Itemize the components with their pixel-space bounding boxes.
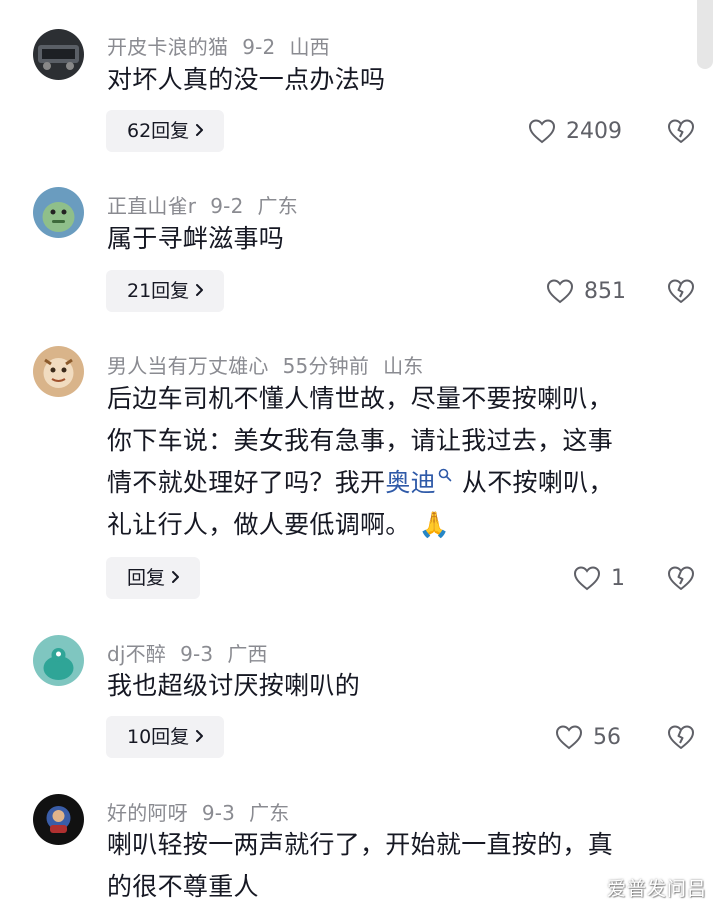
heart-icon bbox=[528, 119, 556, 144]
avatar[interactable] bbox=[33, 29, 84, 80]
reply-count: 10回复 bbox=[127, 726, 190, 748]
view-replies-button[interactable]: 21回复 bbox=[106, 270, 225, 312]
comment-text-line: 情不就处理好了吗？我开奥迪 从不按喇叭， bbox=[107, 462, 707, 504]
chevron-right-icon bbox=[196, 124, 204, 136]
comment-text-line: 喇叭轻按一两声就行了，开始就一直按的，真 bbox=[107, 830, 614, 859]
comment-meta: 正直山雀r 9-2 广东 bbox=[107, 190, 312, 219]
avatar[interactable] bbox=[33, 346, 84, 397]
chevron-right-icon bbox=[196, 284, 204, 296]
scrollbar[interactable] bbox=[697, 0, 713, 69]
comment-text: 属于寻衅滋事吗 bbox=[107, 224, 285, 253]
like-button[interactable]: 851 bbox=[546, 276, 626, 306]
comment-text-line: 后边车司机不懂人情世故，尽量不要按喇叭， bbox=[107, 384, 614, 413]
comment-text-segment: 礼让行人，做人要低调啊。 bbox=[107, 510, 411, 539]
search-link[interactable]: 奥迪 bbox=[385, 468, 436, 497]
comment-text-line: 你下车说：美女我有急事，请让我过去，这事 bbox=[107, 426, 614, 455]
comment-text: 对坏人真的没一点办法吗 bbox=[107, 65, 386, 94]
heart-icon bbox=[546, 279, 574, 304]
comment-text-segment: 从不按喇叭， bbox=[461, 468, 614, 497]
username[interactable]: 男人当有万丈雄心 bbox=[107, 354, 269, 378]
comment-location: 广东 bbox=[249, 801, 290, 825]
view-replies-button[interactable]: 62回复 bbox=[106, 110, 225, 152]
username[interactable]: dj不醉 bbox=[107, 642, 166, 666]
comment-meta: 好的阿呀 9-3 广东 bbox=[107, 797, 304, 826]
broken-heart-icon[interactable] bbox=[667, 118, 695, 144]
comment-location: 广西 bbox=[227, 642, 268, 666]
comment-text: 我也超级讨厌按喇叭的 bbox=[107, 671, 361, 700]
comment-date: 9-2 bbox=[242, 35, 276, 59]
watermark: 爱普发问吕 bbox=[606, 878, 707, 900]
view-replies-button[interactable]: 10回复 bbox=[106, 716, 225, 758]
heart-icon bbox=[573, 566, 601, 591]
heart-icon bbox=[555, 725, 583, 750]
reply-count: 21回复 bbox=[127, 280, 190, 302]
avatar[interactable] bbox=[33, 794, 84, 845]
comment-meta: 男人当有万丈雄心 55分钟前 山东 bbox=[107, 350, 437, 379]
like-button[interactable]: 1 bbox=[573, 563, 625, 593]
like-count: 2409 bbox=[566, 118, 622, 144]
comment-text-segment: 情不就处理好了吗？我开 bbox=[107, 468, 386, 497]
comment-meta: 开皮卡浪的猫 9-2 山西 bbox=[107, 31, 344, 60]
chevron-right-icon bbox=[196, 730, 204, 742]
username[interactable]: 正直山雀r bbox=[107, 194, 196, 218]
avatar[interactable] bbox=[33, 635, 84, 686]
comment-location: 广东 bbox=[257, 194, 298, 218]
comment-date: 55分钟前 bbox=[282, 354, 370, 378]
like-button[interactable]: 56 bbox=[555, 722, 621, 752]
username[interactable]: 好的阿呀 bbox=[107, 801, 188, 825]
like-count: 56 bbox=[593, 724, 621, 750]
comment-location: 山东 bbox=[383, 354, 424, 378]
avatar[interactable] bbox=[33, 187, 84, 238]
comment-date: 9-2 bbox=[210, 194, 244, 218]
reply-count: 62回复 bbox=[127, 120, 190, 142]
like-button[interactable]: 2409 bbox=[528, 116, 622, 146]
broken-heart-icon[interactable] bbox=[667, 724, 695, 750]
pray-emoji: 🙏 bbox=[418, 510, 451, 539]
comment-date: 9-3 bbox=[201, 801, 236, 825]
comment-date: 9-3 bbox=[180, 642, 214, 666]
comment-location: 山西 bbox=[289, 35, 330, 59]
broken-heart-icon[interactable] bbox=[667, 278, 695, 304]
comment-meta: dj不醉 9-3 广西 bbox=[107, 638, 282, 667]
broken-heart-icon[interactable] bbox=[667, 565, 695, 591]
like-count: 851 bbox=[584, 278, 626, 304]
reply-count: 回复 bbox=[127, 567, 166, 589]
chevron-right-icon bbox=[172, 571, 180, 583]
like-count: 1 bbox=[611, 565, 625, 591]
view-replies-button[interactable]: 回复 bbox=[106, 557, 201, 599]
comment-text-line: 礼让行人，做人要低调啊。 🙏 bbox=[107, 504, 707, 546]
search-icon[interactable] bbox=[438, 468, 452, 482]
comment-text: 后边车司机不懂人情世故，尽量不要按喇叭， 你下车说：美女我有急事，请让我过去，这… bbox=[107, 378, 707, 546]
username[interactable]: 开皮卡浪的猫 bbox=[107, 35, 228, 59]
